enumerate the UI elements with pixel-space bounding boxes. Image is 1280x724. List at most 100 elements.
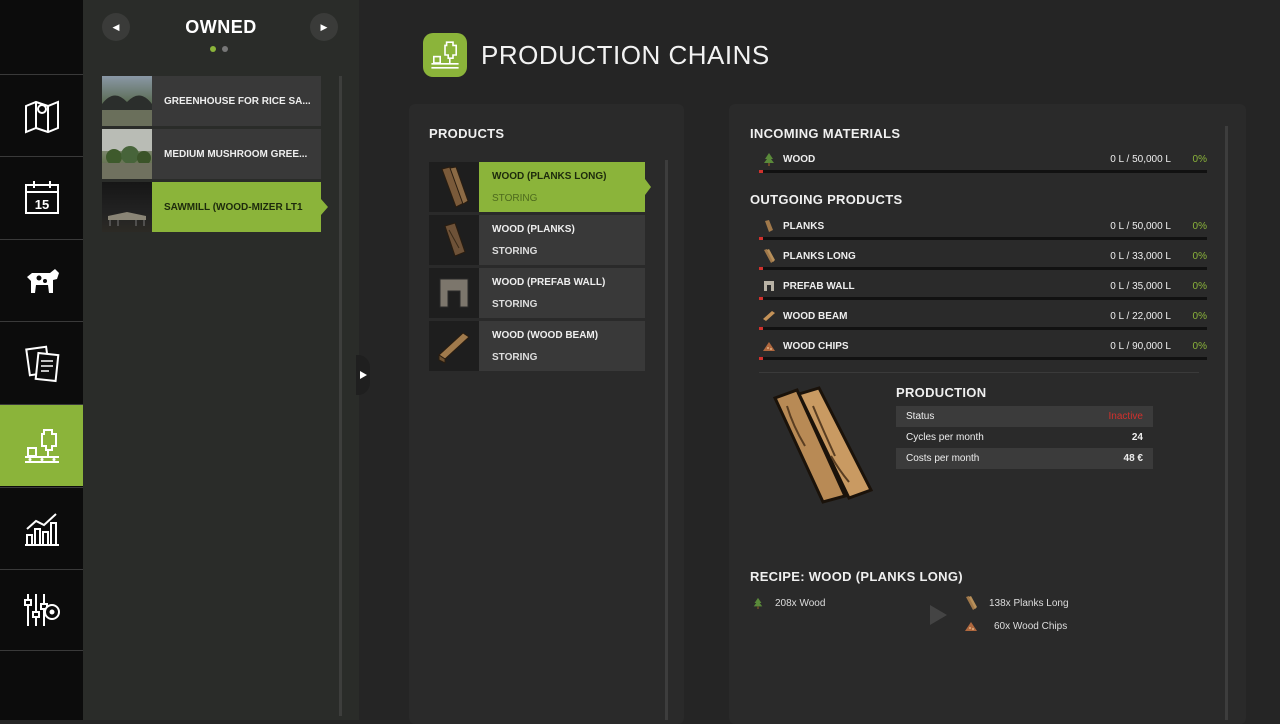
wood-beam-icon bbox=[763, 311, 775, 321]
sawmill-thumbnail bbox=[102, 182, 152, 232]
material-amount: 0 L / 35,000 L bbox=[1110, 281, 1171, 292]
prefab-wall-icon bbox=[764, 281, 774, 291]
owned-panel: ◀ OWNED ▶ GREENHOUSE FOR RICE SA... MEDI… bbox=[83, 0, 359, 720]
costs-row: Costs per month 48 € bbox=[896, 448, 1153, 469]
material-name: WOOD bbox=[783, 154, 816, 165]
product-item-planks-long[interactable]: WOOD (PLANKS LONG) STORING bbox=[429, 162, 651, 212]
collapse-panel-toggle[interactable] bbox=[356, 355, 370, 395]
product-item-prefab-wall[interactable]: WOOD (PREFAB WALL) STORING bbox=[429, 268, 645, 318]
mushroom-thumbnail bbox=[102, 129, 152, 179]
map-icon bbox=[24, 100, 59, 133]
outgoing-row-planks: PLANKS 0 L / 50,000 L 0% bbox=[759, 219, 1207, 241]
costs-label: Costs per month bbox=[906, 453, 980, 464]
next-page-button[interactable]: ▶ bbox=[310, 13, 338, 41]
product-name: WOOD (PLANKS LONG) bbox=[492, 170, 607, 182]
planks-long-icon bbox=[429, 162, 479, 212]
play-arrow-icon bbox=[930, 605, 947, 625]
outgoing-row-wood-beam: WOOD BEAM 0 L / 22,000 L 0% bbox=[759, 309, 1207, 331]
recipe-input-wood: 208x Wood bbox=[752, 596, 825, 610]
recipe-output-wood-chips: 60x Wood Chips bbox=[964, 619, 1067, 633]
nav-map[interactable] bbox=[0, 74, 83, 156]
page-dot bbox=[222, 46, 228, 52]
material-percent: 0% bbox=[1192, 221, 1207, 232]
nav-animals[interactable] bbox=[0, 239, 83, 321]
material-percent: 0% bbox=[1192, 281, 1207, 292]
outgoing-row-wood-chips: WOOD CHIPS 0 L / 90,000 L 0% bbox=[759, 339, 1207, 361]
wood-chips-icon bbox=[965, 622, 977, 631]
product-name: WOOD (PREFAB WALL) bbox=[492, 276, 606, 288]
product-status: STORING bbox=[492, 245, 538, 257]
nav-production[interactable] bbox=[0, 404, 89, 486]
main-nav: 15 bbox=[0, 0, 89, 720]
material-percent: 0% bbox=[1192, 341, 1207, 352]
material-percent: 0% bbox=[1192, 311, 1207, 322]
owned-item-label: SAWMILL (WOOD-MIZER LT1 bbox=[164, 201, 303, 213]
incoming-row-wood: WOOD 0 L / 50,000 L 0% bbox=[759, 152, 1207, 174]
material-amount: 0 L / 90,000 L bbox=[1110, 341, 1171, 352]
chevron-right-icon bbox=[359, 371, 367, 379]
material-percent: 0% bbox=[1192, 154, 1207, 165]
material-percent: 0% bbox=[1192, 251, 1207, 262]
owned-item-greenhouse[interactable]: GREENHOUSE FOR RICE SA... bbox=[102, 76, 321, 126]
chart-icon bbox=[24, 512, 59, 546]
greenhouse-thumbnail bbox=[102, 76, 152, 126]
nav-statistics[interactable] bbox=[0, 487, 83, 569]
products-title: PRODUCTS bbox=[429, 126, 505, 141]
planks-long-large-icon bbox=[772, 386, 874, 504]
cow-icon bbox=[26, 268, 59, 293]
cycles-value: 24 bbox=[1131, 432, 1143, 443]
nav-calendar[interactable]: 15 bbox=[0, 156, 83, 238]
owned-header: ◀ OWNED ▶ bbox=[83, 0, 359, 60]
product-status: STORING bbox=[492, 351, 538, 363]
nav-contracts[interactable] bbox=[0, 321, 83, 403]
owned-scrollbar[interactable] bbox=[339, 76, 342, 716]
recipe-output-planks-long: 138x Planks Long bbox=[964, 596, 1069, 610]
page-title: PRODUCTION CHAINS bbox=[481, 40, 770, 70]
svg-text:15: 15 bbox=[34, 197, 48, 212]
page-indicator bbox=[210, 46, 228, 52]
production-icon bbox=[24, 428, 59, 463]
products-scrollbar[interactable] bbox=[665, 160, 668, 720]
material-fill-bar bbox=[759, 267, 1207, 270]
section-divider bbox=[759, 372, 1199, 373]
products-list: WOOD (PLANKS LONG) STORING WOOD (PLANKS)… bbox=[429, 162, 651, 374]
incoming-title: INCOMING MATERIALS bbox=[750, 126, 901, 141]
prefab-wall-icon bbox=[429, 268, 479, 318]
material-amount: 0 L / 22,000 L bbox=[1110, 311, 1171, 322]
nav-settings[interactable] bbox=[0, 569, 83, 651]
product-name: WOOD (PLANKS) bbox=[492, 223, 575, 235]
product-item-planks[interactable]: WOOD (PLANKS) STORING bbox=[429, 215, 645, 265]
material-name: PREFAB WALL bbox=[783, 281, 855, 292]
costs-value: 48 € bbox=[1123, 453, 1143, 464]
tree-icon bbox=[764, 153, 774, 166]
owned-item-sawmill[interactable]: SAWMILL (WOOD-MIZER LT1 bbox=[102, 182, 328, 232]
outgoing-row-prefab-wall: PREFAB WALL 0 L / 35,000 L 0% bbox=[759, 279, 1207, 301]
planks-icon bbox=[429, 215, 479, 265]
owned-item-label: MEDIUM MUSHROOM GREE... bbox=[164, 148, 308, 160]
settings-icon bbox=[23, 594, 60, 626]
material-fill-bar bbox=[759, 170, 1207, 173]
wood-beam-icon bbox=[429, 321, 479, 371]
owned-item-mushroom[interactable]: MEDIUM MUSHROOM GREE... bbox=[102, 129, 321, 179]
details-scrollbar[interactable] bbox=[1225, 126, 1228, 720]
product-status: STORING bbox=[492, 298, 538, 310]
material-fill-bar bbox=[759, 297, 1207, 300]
material-fill-bar bbox=[759, 357, 1207, 360]
status-label: Status bbox=[906, 411, 935, 422]
production-title: PRODUCTION bbox=[896, 385, 987, 400]
status-value: Inactive bbox=[1108, 411, 1143, 422]
product-item-wood-beam[interactable]: WOOD (WOOD BEAM) STORING bbox=[429, 321, 645, 371]
details-panel: INCOMING MATERIALS WOOD 0 L / 50,000 L 0… bbox=[729, 104, 1246, 724]
material-fill-bar bbox=[759, 237, 1207, 240]
material-fill-bar bbox=[759, 327, 1207, 330]
product-status: STORING bbox=[492, 192, 538, 204]
material-name: PLANKS LONG bbox=[783, 251, 856, 262]
outgoing-title: OUTGOING PRODUCTS bbox=[750, 192, 903, 207]
cycles-row: Cycles per month 24 bbox=[896, 427, 1153, 448]
calendar-icon: 15 bbox=[24, 180, 59, 214]
status-row: Status Inactive bbox=[896, 406, 1153, 427]
production-stats: Status Inactive Cycles per month 24 Cost… bbox=[896, 406, 1153, 469]
contracts-icon bbox=[24, 345, 59, 382]
products-panel: PRODUCTS WOOD (PLANKS LONG) STORING WOOD… bbox=[409, 104, 684, 724]
material-amount: 0 L / 50,000 L bbox=[1110, 154, 1171, 165]
